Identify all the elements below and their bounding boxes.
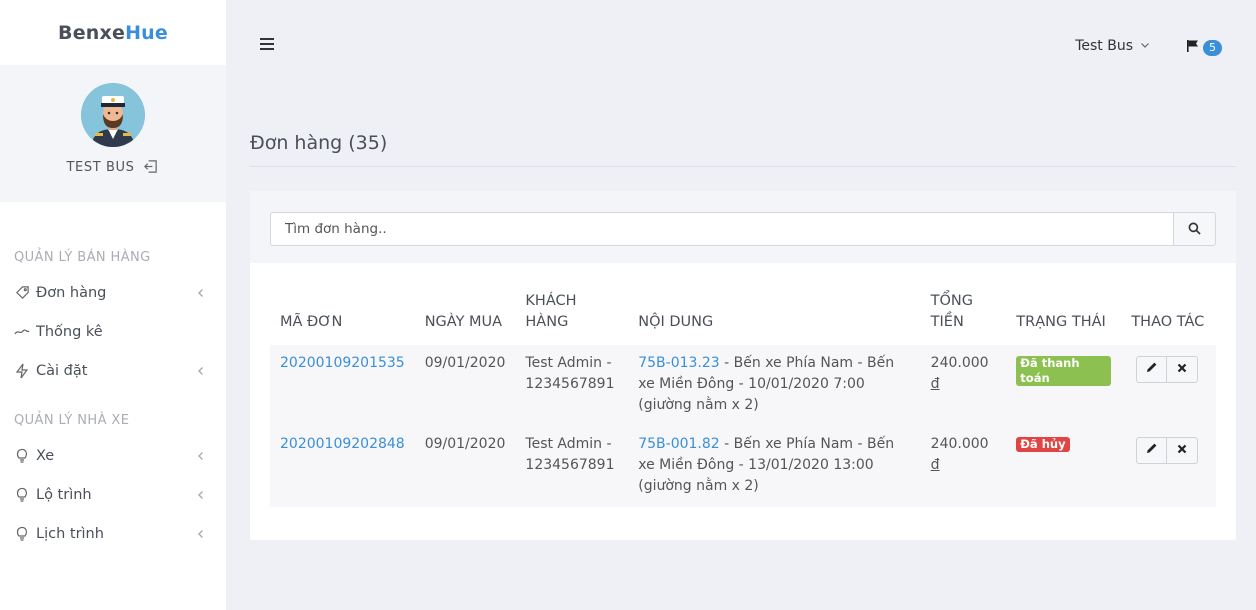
column-header-content[interactable]: NỘI DUNG	[628, 291, 920, 345]
close-icon	[1177, 359, 1187, 380]
sidebar-item-vehicles[interactable]: Xe	[0, 436, 226, 475]
search-input[interactable]	[270, 212, 1174, 246]
chevron-left-icon	[196, 451, 206, 461]
user-menu-label: Test Bus	[1075, 38, 1133, 54]
order-amount: 240.000	[930, 436, 989, 452]
nav-section-sales: QUẢN LÝ BÁN HÀNG	[14, 250, 151, 265]
order-content: 75B-013.23 - Bến xe Phía Nam - Bến xe Mi…	[628, 345, 921, 426]
profile-name: TEST BUS	[66, 159, 135, 175]
row-actions	[1136, 437, 1206, 464]
edit-button[interactable]	[1136, 356, 1168, 383]
column-header-status[interactable]: TRẠNG THÁI	[1006, 291, 1121, 345]
vehicle-plate-link[interactable]: 75B-001.82	[638, 436, 719, 452]
edit-button[interactable]	[1136, 437, 1168, 464]
search-button[interactable]	[1173, 212, 1216, 246]
table-header-row: MÃ ĐƠN NGÀY MUA KHÁCH HÀNG NỘI DUNG TỔNG T…	[270, 291, 1216, 345]
order-code-link[interactable]: 20200109201535	[280, 355, 405, 371]
row-actions	[1136, 356, 1206, 383]
chevron-left-icon	[196, 490, 206, 500]
order-customer: Test Admin - 1234567891	[515, 426, 629, 507]
bulb-icon	[14, 526, 30, 542]
column-header-customer-line2: HÀNG	[525, 314, 569, 330]
search-icon	[1188, 220, 1201, 239]
sidebar-item-routes[interactable]: Lộ trình	[0, 475, 226, 514]
bulb-icon	[14, 448, 30, 464]
sidebar-item-label: Lộ trình	[36, 486, 92, 503]
hamburger-menu-icon[interactable]	[260, 38, 274, 54]
profile-name-row: TEST BUS	[67, 159, 160, 175]
user-profile: TEST BUS	[0, 65, 226, 202]
column-header-total-line2: TIỀN	[930, 314, 964, 330]
orders-panel: MÃ ĐƠN NGÀY MUA KHÁCHHÀNG NỘI DUNG TỔNGT…	[250, 191, 1236, 540]
customer-phone: 1234567891	[525, 457, 615, 473]
pencil-icon	[1146, 440, 1158, 461]
currency-symbol: đ	[930, 376, 940, 392]
vehicle-plate-link[interactable]: 75B-013.23	[638, 355, 719, 371]
status-badge: Đã hủy	[1016, 437, 1070, 452]
order-amount: 240.000	[930, 355, 989, 371]
sidebar-item-label: Đơn hàng	[36, 284, 107, 301]
customer-name: Test Admin -	[525, 355, 612, 371]
brand-text-part2: Hue	[125, 21, 168, 44]
column-header-date[interactable]: NGÀY MUA	[415, 291, 516, 345]
table-row: 20200109202848 09/01/2020 Test Admin - 12…	[270, 426, 1216, 507]
notification-count-badge: 5	[1203, 39, 1222, 56]
order-date: 09/01/2020	[414, 345, 516, 426]
bolt-icon	[14, 363, 30, 379]
order-total: 240.000 đ	[920, 345, 1007, 426]
page-title: Đơn hàng (35)	[250, 132, 388, 154]
customer-phone: 1234567891	[525, 376, 615, 392]
brand-logo[interactable]: Benxe Hue	[0, 0, 226, 65]
close-icon	[1177, 440, 1187, 461]
order-total: 240.000 đ	[920, 426, 1007, 507]
column-header-customer[interactable]: KHÁCH HÀNG	[515, 291, 628, 345]
sidebar-item-settings[interactable]: Cài đặt	[0, 351, 226, 390]
order-date: 09/01/2020	[414, 426, 516, 507]
logout-icon[interactable]	[143, 159, 159, 175]
column-header-customer-line1: KHÁCH	[525, 293, 577, 309]
table-row: 20200109201535 09/01/2020 Test Admin - 12…	[270, 345, 1216, 426]
avatar[interactable]	[81, 83, 145, 147]
chevron-left-icon	[196, 288, 206, 298]
sidebar-item-schedules[interactable]: Lịch trình	[0, 514, 226, 553]
currency-symbol: đ	[930, 457, 940, 473]
column-header-total-line1: TỔNG	[930, 293, 974, 309]
sidebar-item-label: Xe	[36, 447, 55, 464]
sidebar: Benxe Hue TEST BUS QUẢN LÝ BÁN HÀNG Đơn …	[0, 0, 226, 610]
order-content: 75B-001.82 - Bến xe Phía Nam - Bến xe Mi…	[628, 426, 921, 507]
sidebar-item-label: Lịch trình	[36, 525, 104, 542]
delete-button[interactable]	[1167, 437, 1199, 464]
bulb-icon	[14, 487, 30, 503]
chevron-left-icon	[196, 366, 206, 376]
brand-text-part1: Benxe	[58, 21, 126, 44]
column-header-code[interactable]: MÃ ĐƠN	[270, 291, 415, 345]
pencil-icon	[1146, 359, 1158, 380]
column-header-actions: THAO TÁC	[1131, 314, 1205, 330]
chart-icon	[14, 324, 30, 340]
search-bar	[250, 191, 1236, 263]
order-code-link[interactable]: 20200109202848	[280, 436, 405, 452]
topbar: Test Bus 5	[226, 0, 1256, 93]
flag-icon	[1186, 38, 1200, 57]
status-badge: Đã thanh toán	[1016, 356, 1112, 386]
chevron-down-icon	[1140, 38, 1150, 54]
orders-table: MÃ ĐƠN NGÀY MUA KHÁCH HÀNG NỘI DUNG TỔNG T…	[270, 291, 1216, 507]
nav-section-fleet: QUẢN LÝ NHÀ XE	[14, 413, 130, 428]
notifications-button[interactable]: 5	[1186, 38, 1222, 57]
user-menu-dropdown[interactable]: Test Bus	[1075, 38, 1150, 54]
captain-avatar-icon	[81, 83, 145, 147]
sidebar-item-label: Cài đặt	[36, 362, 88, 379]
column-header-total[interactable]: TỔNG TIỀN	[921, 291, 1007, 345]
divider	[250, 166, 1236, 167]
sidebar-item-orders[interactable]: Đơn hàng	[0, 273, 226, 312]
tag-icon	[14, 285, 30, 301]
delete-button[interactable]	[1167, 356, 1199, 383]
chevron-left-icon	[196, 529, 206, 539]
order-customer: Test Admin - 1234567891	[515, 345, 629, 426]
sidebar-item-statistics[interactable]: Thống kê	[0, 312, 226, 351]
sidebar-item-label: Thống kê	[36, 323, 103, 340]
customer-name: Test Admin -	[525, 436, 612, 452]
